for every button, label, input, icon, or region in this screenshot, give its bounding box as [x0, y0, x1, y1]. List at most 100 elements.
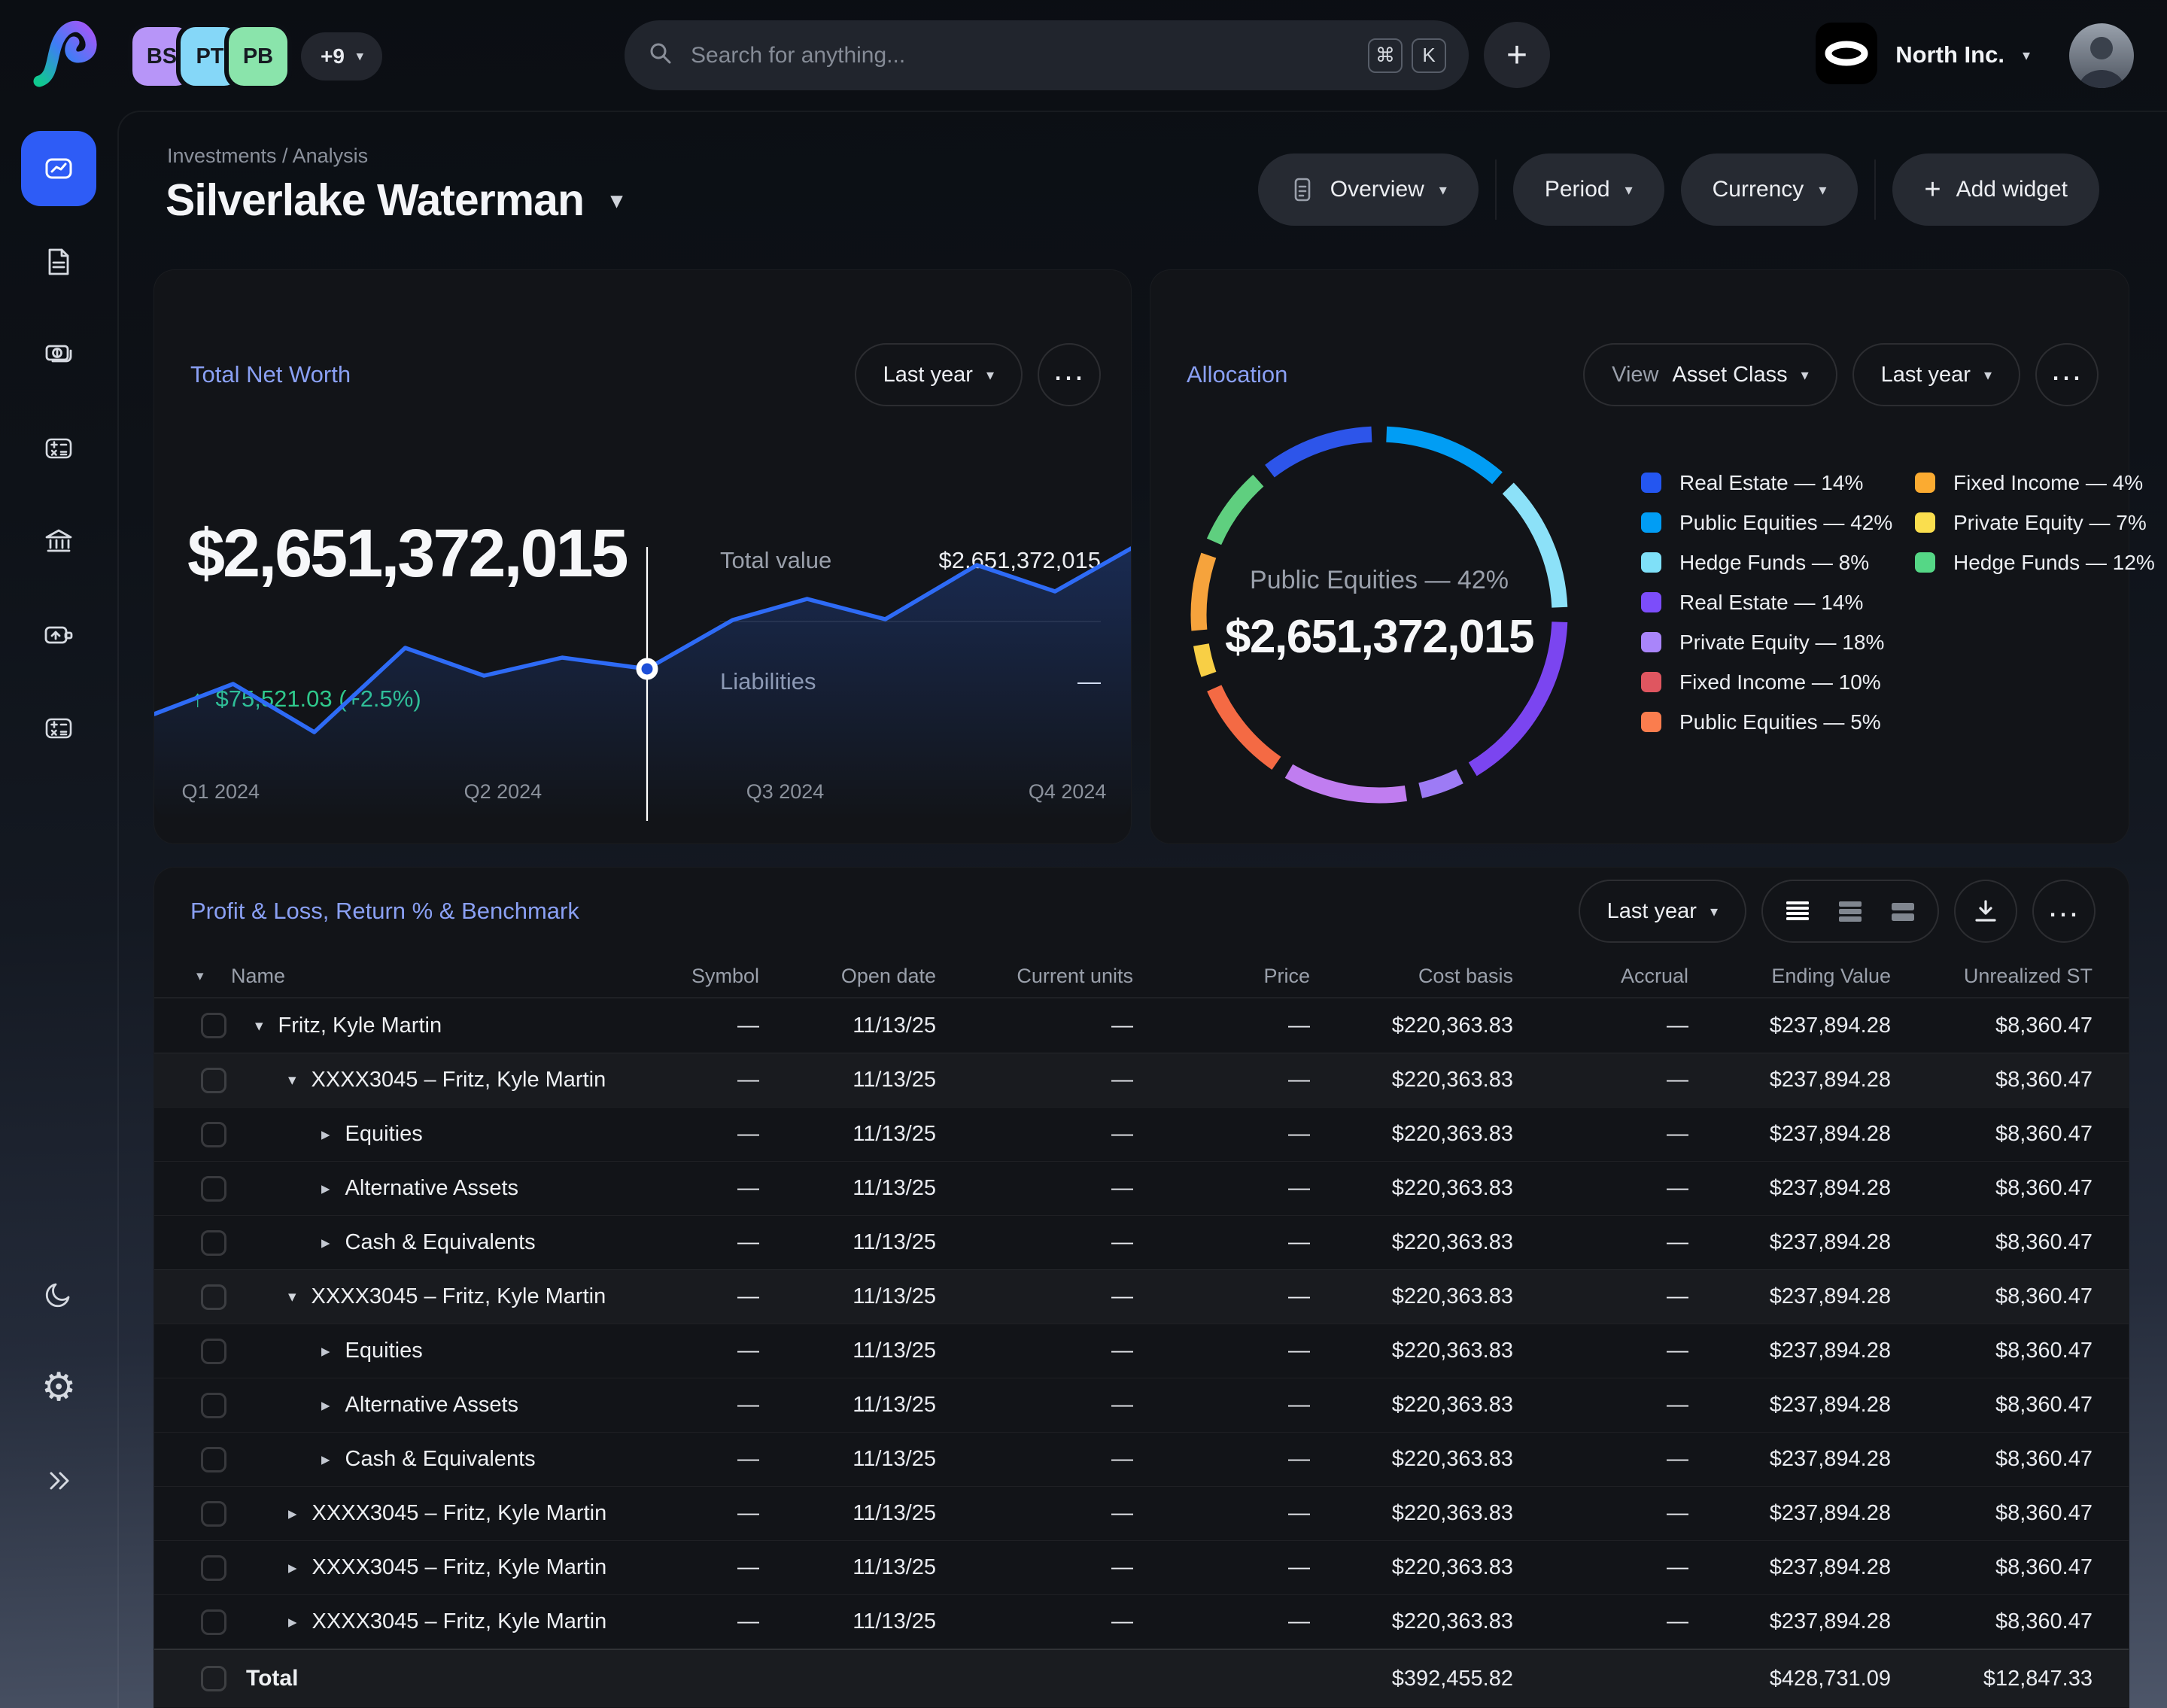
density-medium-button[interactable] [1826, 887, 1874, 935]
table-row[interactable]: ▾XXXX3045 – Fritz, Kyle Martin—11/13/25—… [154, 1053, 2129, 1107]
net-worth-card-header: Total Net Worth Last year ▾ … [190, 342, 1101, 407]
row-checkbox[interactable] [201, 1230, 226, 1256]
collapse-row-icon[interactable]: ▾ [288, 1071, 296, 1090]
table-row[interactable]: ▸Equities—11/13/25——$220,363.83—$237,894… [154, 1107, 2129, 1161]
allocation-donut-chart[interactable] [1184, 419, 1575, 810]
download-button[interactable] [1954, 880, 2017, 943]
column-header-open-date[interactable]: Open date [759, 965, 936, 988]
net-worth-period-dropdown[interactable]: Last year ▾ [855, 343, 1023, 406]
table-row[interactable]: ▾Fritz, Kyle Martin—11/13/25——$220,363.8… [154, 998, 2129, 1053]
total-checkbox[interactable] [201, 1666, 226, 1691]
add-widget-button[interactable]: + Add widget [1892, 153, 2099, 226]
page-title-row[interactable]: Silverlake Waterman ▾ [166, 175, 622, 226]
quick-add-button[interactable]: + [1484, 22, 1550, 88]
expand-row-icon[interactable]: ▸ [321, 1449, 330, 1469]
search-input[interactable] [691, 43, 1359, 68]
column-header-ending-value[interactable]: Ending Value [1688, 965, 1891, 988]
table-row[interactable]: ▾XXXX3045 – Fritz, Kyle Martin—11/13/25—… [154, 1269, 2129, 1324]
row-checkbox[interactable] [201, 1393, 226, 1418]
allocation-more-button[interactable]: … [2035, 343, 2099, 406]
currency-dropdown[interactable]: Currency ▾ [1681, 153, 1859, 226]
expand-row-icon[interactable]: ▸ [288, 1612, 297, 1632]
column-header-unrealized-st[interactable]: Unrealized ST [1891, 965, 2093, 988]
expand-row-icon[interactable]: ▸ [288, 1558, 297, 1578]
sidebar-item-transfers[interactable] [21, 597, 96, 673]
table-row[interactable]: ▸Alternative Assets—11/13/25——$220,363.8… [154, 1378, 2129, 1432]
more-accounts-button[interactable]: +9 ▾ [301, 32, 382, 81]
column-header-cost-basis[interactable]: Cost basis [1310, 965, 1513, 988]
org-switcher[interactable]: North Inc. ▾ [1816, 23, 2030, 87]
sort-caret-icon[interactable]: ▾ [154, 968, 226, 985]
expand-row-icon[interactable]: ▸ [321, 1232, 330, 1253]
cell-symbol: — [586, 1014, 759, 1038]
row-checkbox[interactable] [201, 1447, 226, 1472]
row-checkbox[interactable] [201, 1013, 226, 1038]
expand-row-icon[interactable]: ▸ [321, 1341, 330, 1361]
net-worth-card-title: Total Net Worth [190, 361, 351, 388]
density-large-button[interactable] [1879, 887, 1927, 935]
allocation-period-dropdown[interactable]: Last year ▾ [1852, 343, 2020, 406]
cell-open-date: 11/13/25 [759, 1284, 936, 1309]
row-checkbox[interactable] [201, 1555, 226, 1581]
allocation-view-dropdown[interactable]: View Asset Class ▾ [1583, 343, 1837, 406]
workspace-chip-pb[interactable]: PB [229, 27, 287, 86]
settings-button[interactable]: ⚙ [21, 1350, 96, 1425]
sidebar-item-calculator[interactable] [21, 411, 96, 486]
sidebar-item-bank[interactable] [21, 504, 96, 579]
sidebar-item-calculator-2[interactable] [21, 691, 96, 766]
expand-row-icon[interactable]: ▸ [321, 1178, 330, 1199]
table-row[interactable]: ▸Cash & Equivalents—11/13/25——$220,363.8… [154, 1432, 2129, 1486]
net-worth-more-button[interactable]: … [1038, 343, 1101, 406]
net-worth-period-value: Last year [883, 363, 973, 387]
table-row[interactable]: ▸Cash & Equivalents—11/13/25——$220,363.8… [154, 1215, 2129, 1269]
cell-accrual: — [1513, 1339, 1688, 1363]
period-dropdown[interactable]: Period ▾ [1513, 153, 1664, 226]
collapse-row-icon[interactable]: ▾ [255, 1017, 263, 1035]
legend-label: Fixed Income — 10% [1679, 670, 1881, 694]
expand-row-icon[interactable]: ▸ [321, 1124, 330, 1144]
legend-item: Real Estate — 14% [1641, 463, 1895, 503]
row-checkbox[interactable] [201, 1501, 226, 1527]
column-header-name[interactable]: Name [226, 965, 586, 988]
net-worth-chart[interactable]: Q1 2024 Q2 2024 Q3 2024 Q4 2024 [154, 497, 1131, 821]
table-row[interactable]: ▸Equities—11/13/25——$220,363.83—$237,894… [154, 1324, 2129, 1378]
row-checkbox[interactable] [201, 1176, 226, 1202]
user-avatar[interactable] [2069, 23, 2134, 88]
column-header-price[interactable]: Price [1133, 965, 1310, 988]
legend-label: Fixed Income — 4% [1953, 471, 2143, 495]
pnl-more-button[interactable]: … [2032, 880, 2096, 943]
row-checkbox[interactable] [201, 1609, 226, 1635]
column-header-symbol[interactable]: Symbol [586, 965, 759, 988]
cell-open-date: 11/13/25 [759, 1068, 936, 1093]
theme-toggle[interactable] [21, 1257, 96, 1332]
sidebar-item-documents[interactable] [21, 224, 96, 299]
table-row[interactable]: ▸Alternative Assets—11/13/25——$220,363.8… [154, 1161, 2129, 1215]
sidebar-expand-button[interactable] [21, 1443, 96, 1518]
row-checkbox[interactable] [201, 1284, 226, 1310]
cell-current-units: — [936, 1555, 1133, 1580]
cell-current-units: — [936, 1339, 1133, 1363]
sidebar-item-analysis[interactable] [21, 131, 96, 206]
column-header-current-units[interactable]: Current units [936, 965, 1133, 988]
row-checkbox[interactable] [201, 1339, 226, 1364]
download-icon [1970, 895, 2001, 927]
collapse-row-icon[interactable]: ▾ [288, 1287, 296, 1306]
currency-label: Currency [1713, 177, 1804, 202]
overview-dropdown[interactable]: Overview ▾ [1258, 153, 1479, 226]
density-compact-button[interactable] [1773, 887, 1822, 935]
pnl-period-dropdown[interactable]: Last year ▾ [1579, 880, 1746, 943]
table-row[interactable]: ▸XXXX3045 – Fritz, Kyle Martin—11/13/25—… [154, 1486, 2129, 1540]
search-bar[interactable]: ⌘ K [625, 20, 1469, 90]
row-checkbox[interactable] [201, 1068, 226, 1093]
legend-item: Hedge Funds — 12% [1915, 542, 2167, 582]
brand-logo[interactable] [30, 17, 102, 92]
column-header-accrual[interactable]: Accrual [1513, 965, 1688, 988]
row-checkbox[interactable] [201, 1122, 226, 1147]
cell-accrual: — [1513, 1555, 1688, 1580]
sidebar-item-cash[interactable] [21, 318, 96, 393]
expand-row-icon[interactable]: ▸ [288, 1503, 297, 1524]
legend-label: Public Equities — 5% [1679, 710, 1881, 734]
expand-row-icon[interactable]: ▸ [321, 1395, 330, 1415]
table-row[interactable]: ▸XXXX3045 – Fritz, Kyle Martin—11/13/25—… [154, 1594, 2129, 1649]
table-row[interactable]: ▸XXXX3045 – Fritz, Kyle Martin—11/13/25—… [154, 1540, 2129, 1594]
